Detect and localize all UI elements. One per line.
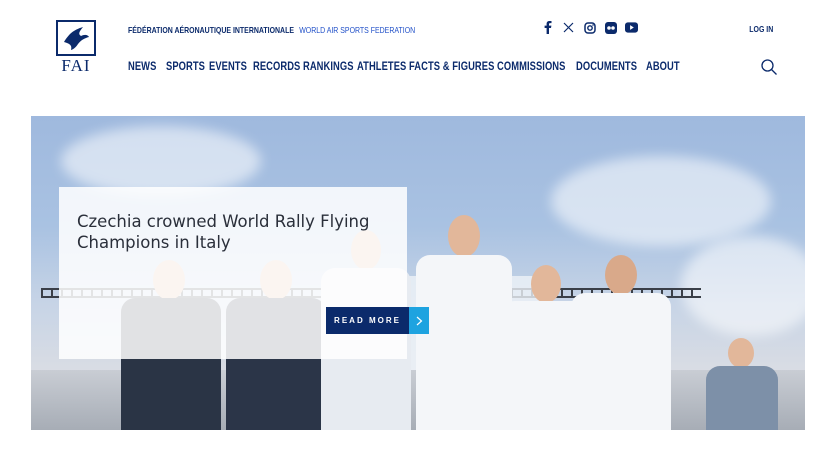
login-link[interactable]: LOG IN <box>749 24 773 34</box>
nav-item-news[interactable]: NEWS <box>128 59 164 73</box>
facebook-icon[interactable] <box>541 21 554 34</box>
fai-logo[interactable]: FAI <box>56 20 96 76</box>
person-silhouette <box>416 215 512 430</box>
nav-item-commissions[interactable]: COMMISSIONS <box>497 59 565 73</box>
eagle-icon <box>56 20 96 56</box>
org-title: FÉDÉRATION AÉRONAUTIQUE INTERNATIONALE W… <box>128 24 415 36</box>
social-links <box>541 21 638 34</box>
flickr-icon[interactable] <box>604 21 617 34</box>
cloud <box>681 236 805 336</box>
youtube-icon[interactable] <box>625 21 638 34</box>
person-silhouette <box>571 255 671 430</box>
read-more-button[interactable]: READ MORE <box>326 307 429 334</box>
org-subtitle: WORLD AIR SPORTS FEDERATION <box>299 25 416 35</box>
instagram-icon[interactable] <box>583 21 596 34</box>
cloud <box>551 156 771 246</box>
nav-item-sports[interactable]: SPORTS <box>166 59 206 73</box>
cloud <box>61 126 261 196</box>
nav-item-athletes[interactable]: ATHLETES <box>357 59 406 73</box>
chevron-right-icon <box>409 307 429 334</box>
nav-item-events[interactable]: EVENTS <box>209 59 250 73</box>
nav-item-about[interactable]: ABOUT <box>646 59 682 73</box>
search-icon[interactable] <box>760 58 778 76</box>
hero-title[interactable]: Czechia crowned World Rally Flying Champ… <box>77 211 397 253</box>
x-icon[interactable] <box>562 21 575 34</box>
person-silhouette <box>706 338 778 430</box>
org-name: FÉDÉRATION AÉRONAUTIQUE INTERNATIONALE <box>128 25 294 35</box>
logo-text: FAI <box>61 56 91 75</box>
nav-item-facts-figures[interactable]: FACTS & FIGURES <box>409 59 494 73</box>
hero-card: Czechia crowned World Rally Flying Champ… <box>59 187 429 359</box>
nav-item-documents[interactable]: DOCUMENTS <box>576 59 637 73</box>
read-more-label: READ MORE <box>326 307 409 334</box>
nav-item-records[interactable]: RECORDS <box>253 59 300 73</box>
nav-item-rankings[interactable]: RANKINGS <box>303 59 353 73</box>
main-nav: NEWS SPORTS EVENTS RECORDS RANKINGS ATHL… <box>128 59 684 73</box>
